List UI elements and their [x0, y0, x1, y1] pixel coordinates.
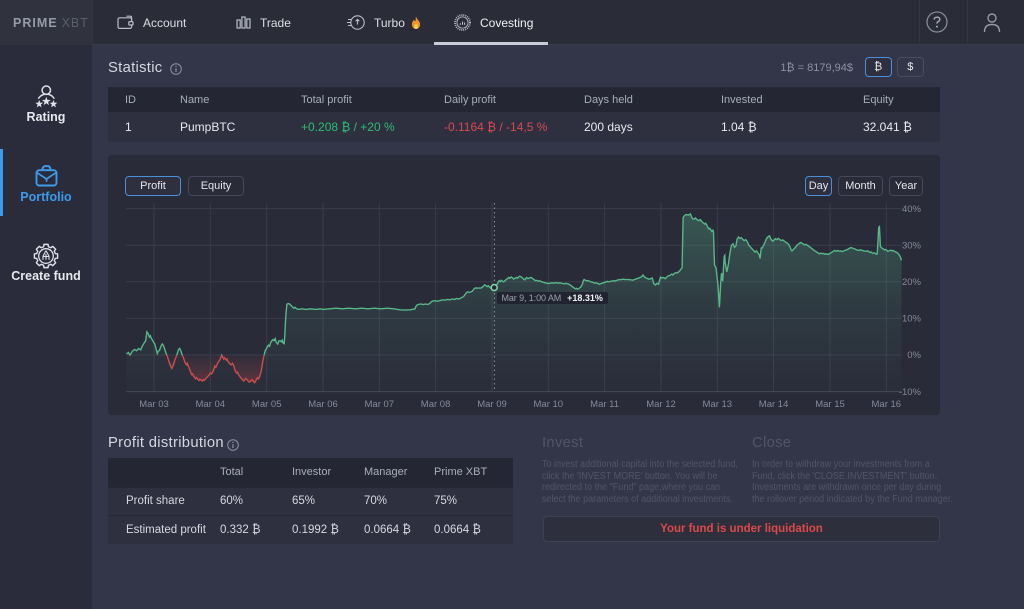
svg-text:Mar 09: Mar 09 — [477, 399, 507, 410]
svg-text:10%: 10% — [902, 314, 922, 325]
svg-text:Mar 16: Mar 16 — [872, 399, 902, 410]
svg-text:Mar 14: Mar 14 — [759, 399, 789, 410]
svg-text:Mar 10: Mar 10 — [534, 399, 564, 410]
svg-text:Mar 03: Mar 03 — [139, 399, 169, 410]
svg-text:Mar 08: Mar 08 — [421, 399, 451, 410]
svg-text:Mar 11: Mar 11 — [590, 399, 619, 410]
svg-text:0%: 0% — [907, 350, 921, 361]
svg-text:Mar 15: Mar 15 — [815, 399, 845, 410]
svg-text:Mar 13: Mar 13 — [703, 399, 733, 410]
svg-text:Mar 12: Mar 12 — [646, 399, 676, 410]
svg-text:30%: 30% — [902, 240, 922, 251]
svg-text:Mar 07: Mar 07 — [365, 399, 395, 410]
svg-text:40%: 40% — [902, 204, 922, 215]
svg-text:Mar 04: Mar 04 — [196, 399, 226, 410]
svg-text:Mar 06: Mar 06 — [308, 399, 338, 410]
svg-text:20%: 20% — [902, 277, 922, 288]
svg-text:Mar 05: Mar 05 — [252, 399, 282, 410]
svg-text:-10%: -10% — [899, 387, 922, 398]
